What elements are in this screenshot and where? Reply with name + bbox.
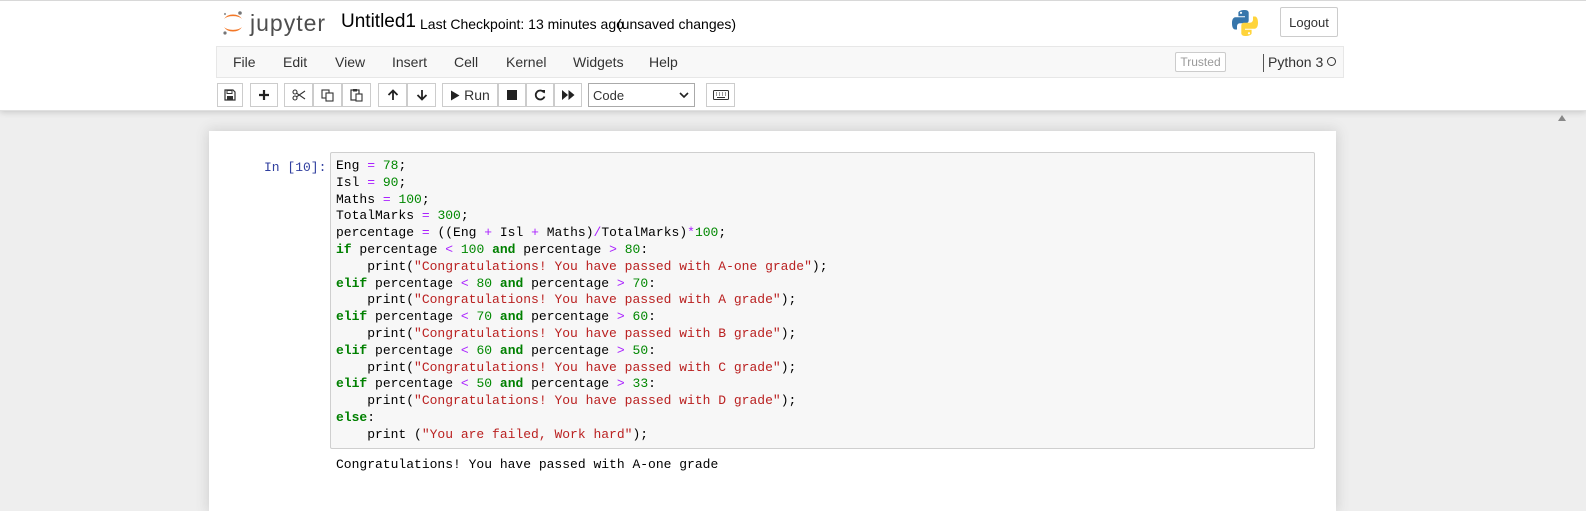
code-line: elif percentage < 60 and percentage > 50…	[336, 342, 656, 358]
keyboard-icon	[712, 90, 729, 100]
run-label: Run	[464, 87, 490, 103]
menu-file[interactable]: File	[233, 54, 256, 70]
interrupt-button[interactable]	[498, 83, 526, 107]
autosave-status: (unsaved changes)	[617, 16, 737, 32]
stop-icon	[507, 90, 517, 100]
menu-widgets[interactable]: Widgets	[573, 54, 624, 70]
header-area: jupyter Untitled1 Last Checkpoint: 13 mi…	[0, 0, 1586, 111]
menubar: File Edit View Insert Cell Kernel Widget…	[216, 46, 1344, 78]
code-line: Eng = 78;	[336, 158, 407, 173]
code-line: elif percentage < 80 and percentage > 70…	[336, 275, 656, 291]
code-text[interactable]: Eng = 78; Isl = 90; Maths = 100; TotalMarks…	[336, 158, 828, 444]
kernel-name[interactable]: Python 3	[1268, 54, 1323, 70]
menu-edit[interactable]: Edit	[283, 54, 307, 70]
restart-run-all-button[interactable]	[554, 83, 582, 107]
command-palette-button[interactable]	[706, 83, 735, 107]
code-line: print("Congratulations! You have passed …	[336, 393, 797, 409]
code-line: print("Congratulations! You have passed …	[336, 359, 797, 375]
code-line: print("Congratulations! You have passed …	[336, 258, 828, 274]
code-line: Isl = 90;	[336, 174, 407, 190]
paste-icon	[350, 89, 363, 102]
copy-icon	[321, 88, 334, 102]
move-down-button[interactable]	[407, 83, 436, 107]
kernel-divider	[1263, 54, 1264, 72]
move-up-button[interactable]	[378, 83, 407, 107]
code-line: elif percentage < 70 and percentage > 60…	[336, 309, 656, 325]
cut-button[interactable]	[284, 83, 313, 107]
trusted-indicator[interactable]: Trusted	[1175, 52, 1226, 72]
chevron-down-icon	[679, 92, 689, 99]
floppy-disk-icon	[224, 89, 236, 101]
logo-text: jupyter	[250, 9, 327, 36]
run-button[interactable]: Run	[442, 83, 498, 107]
fast-forward-icon	[561, 90, 574, 100]
kernel-idle-icon	[1327, 57, 1336, 66]
code-line: print("Congratulations! You have passed …	[336, 325, 797, 341]
logout-button[interactable]: Logout	[1280, 7, 1338, 37]
copy-button[interactable]	[313, 83, 342, 107]
insert-cell-button[interactable]	[250, 83, 278, 107]
cell-type-value: Code	[593, 87, 625, 103]
cell-input-prompt: In [10]:	[264, 160, 327, 175]
restart-icon	[534, 89, 546, 101]
save-button[interactable]	[217, 83, 243, 107]
menu-help[interactable]: Help	[649, 54, 678, 70]
scissors-icon	[291, 89, 305, 101]
arrow-down-icon	[416, 90, 427, 101]
python-logo-icon	[1232, 10, 1258, 36]
code-line: print("Congratulations! You have passed …	[336, 292, 797, 308]
code-line: elif percentage < 50 and percentage > 33…	[336, 376, 656, 392]
scroll-up-arrow-icon[interactable]	[1558, 115, 1566, 121]
menu-cell[interactable]: Cell	[454, 54, 478, 70]
menu-view[interactable]: View	[335, 54, 365, 70]
code-line: TotalMarks = 300;	[336, 208, 469, 224]
paste-button[interactable]	[342, 83, 371, 107]
play-icon	[451, 90, 460, 100]
restart-button[interactable]	[526, 83, 554, 107]
code-line: Maths = 100;	[336, 191, 430, 207]
code-line: else:	[336, 409, 376, 425]
code-line: print ("You are failed, Work hard");	[336, 426, 649, 442]
jupyter-logo-icon	[223, 11, 242, 35]
menu-insert[interactable]: Insert	[392, 54, 427, 70]
code-line: percentage = ((Eng + Isl + Maths)/TotalM…	[336, 225, 727, 241]
cell-output: Congratulations! You have passed with A-…	[336, 457, 719, 472]
cell-type-select[interactable]: Code	[588, 83, 695, 107]
notebook-name[interactable]: Untitled1	[341, 11, 416, 33]
plus-icon	[259, 90, 269, 100]
code-line: if percentage < 100 and percentage > 80:	[336, 241, 649, 257]
checkpoint-status: Last Checkpoint: 13 minutes ago	[420, 16, 624, 32]
menu-kernel[interactable]: Kernel	[506, 54, 546, 70]
arrow-up-icon	[387, 89, 398, 100]
jupyter-logo[interactable]: jupyter	[222, 7, 326, 39]
